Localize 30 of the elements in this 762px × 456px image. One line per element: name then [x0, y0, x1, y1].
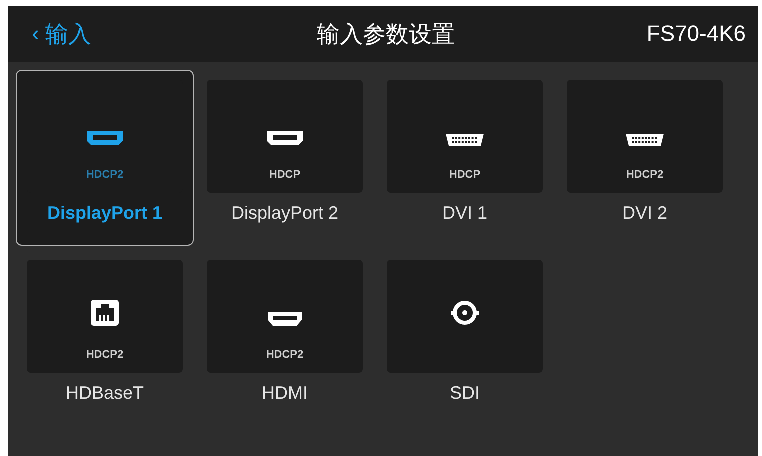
input-name: DisplayPort 1: [47, 203, 163, 224]
port-icon: [85, 129, 125, 147]
network-port-icon: [90, 299, 120, 327]
page-title: 输入参数设置: [316, 20, 456, 50]
input-card[interactable]: HDCP2 HDMI: [196, 250, 374, 426]
hdcp-label: HDCP2: [266, 349, 304, 363]
input-card[interactable]: HDCP2 HDBaseT: [16, 250, 194, 426]
input-name: HDBaseT: [66, 383, 144, 404]
hdcp-label: HDCP: [449, 169, 481, 183]
port-icon: [445, 133, 485, 147]
model-name: FS70-4K6: [646, 21, 746, 47]
input-name: HDMI: [262, 383, 308, 404]
hdcp-label: HDCP2: [626, 169, 664, 183]
hdcp-label: HDCP2: [86, 349, 124, 363]
hdcp-label: HDCP2: [86, 169, 124, 183]
input-name: SDI: [450, 383, 480, 404]
port-icon: [625, 133, 665, 147]
input-card[interactable]: SDI: [376, 250, 554, 426]
port-icon: [265, 129, 305, 147]
port-icon: [267, 311, 303, 327]
back-button[interactable]: ‹ 输入: [28, 18, 96, 50]
input-card[interactable]: HDCP DVI 1: [376, 70, 554, 246]
input-name: DVI 2: [622, 203, 668, 224]
input-name: DisplayPort 2: [231, 203, 339, 224]
coax-port-icon: [450, 299, 480, 327]
hdcp-label: HDCP: [269, 169, 301, 183]
input-card[interactable]: HDCP2 DisplayPort 1: [16, 70, 194, 246]
input-name: DVI 1: [442, 203, 488, 224]
input-card[interactable]: HDCP2 DVI 2: [556, 70, 734, 246]
input-card[interactable]: HDCP DisplayPort 2: [196, 70, 374, 246]
